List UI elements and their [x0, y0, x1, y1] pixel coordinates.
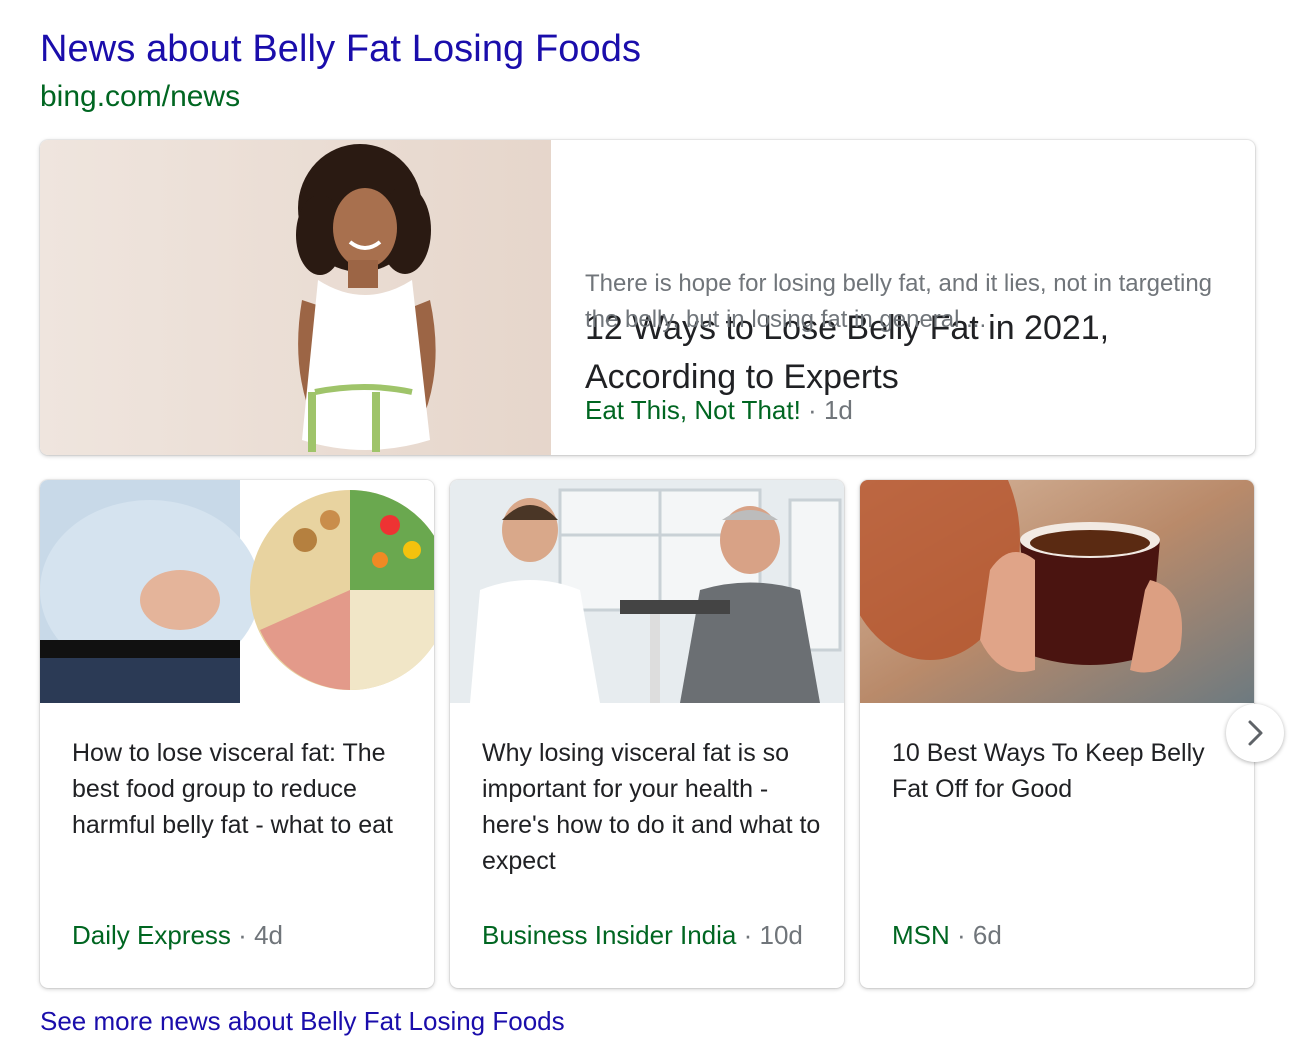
featured-article-image[interactable]	[40, 140, 551, 455]
meta-separator: ·	[238, 920, 247, 950]
news-card[interactable]: How to lose visceral fat: The best food …	[40, 480, 434, 988]
chevron-right-icon	[1248, 720, 1263, 746]
news-card[interactable]: 10 Best Ways To Keep Belly Fat Off for G…	[860, 480, 1254, 988]
article-image[interactable]	[450, 480, 844, 703]
news-header-title[interactable]: News about Belly Fat Losing Foods	[40, 28, 641, 71]
article-meta: MSN · 6d	[892, 920, 1002, 951]
news-source-url: bing.com/news	[40, 80, 241, 113]
article-source: Business Insider India	[482, 920, 737, 950]
article-title[interactable]: Why losing visceral fat is so important …	[482, 735, 822, 879]
article-title[interactable]: 10 Best Ways To Keep Belly Fat Off for G…	[892, 735, 1232, 807]
meta-separator: ·	[808, 395, 817, 425]
meta-separator: ·	[957, 920, 966, 950]
meta-separator: ·	[743, 920, 753, 950]
article-title[interactable]: How to lose visceral fat: The best food …	[72, 735, 412, 843]
carousel-next-button[interactable]	[1226, 704, 1284, 762]
article-source: Eat This, Not That!	[585, 395, 801, 425]
featured-article-snippet: There is hope for losing belly fat, and …	[585, 270, 1213, 333]
article-image[interactable]	[40, 480, 434, 703]
article-age: 6d	[972, 920, 1002, 950]
article-age: 10d	[759, 920, 803, 950]
article-age: 1d	[823, 395, 853, 425]
featured-article-meta: Eat This, Not That! · 1d	[585, 395, 853, 426]
news-card[interactable]: Why losing visceral fat is so important …	[450, 480, 844, 988]
article-meta: Business Insider India · 10d	[482, 920, 803, 951]
article-meta: Daily Express · 4d	[72, 920, 283, 951]
see-more-news-link[interactable]: See more news about Belly Fat Losing Foo…	[40, 1006, 565, 1037]
article-age: 4d	[254, 920, 283, 950]
article-image[interactable]	[860, 480, 1254, 703]
article-source: Daily Express	[72, 920, 231, 950]
article-source: MSN	[892, 920, 950, 950]
featured-news-card[interactable]: 12 Ways to Lose Belly Fat in 2021, Accor…	[40, 140, 1255, 455]
